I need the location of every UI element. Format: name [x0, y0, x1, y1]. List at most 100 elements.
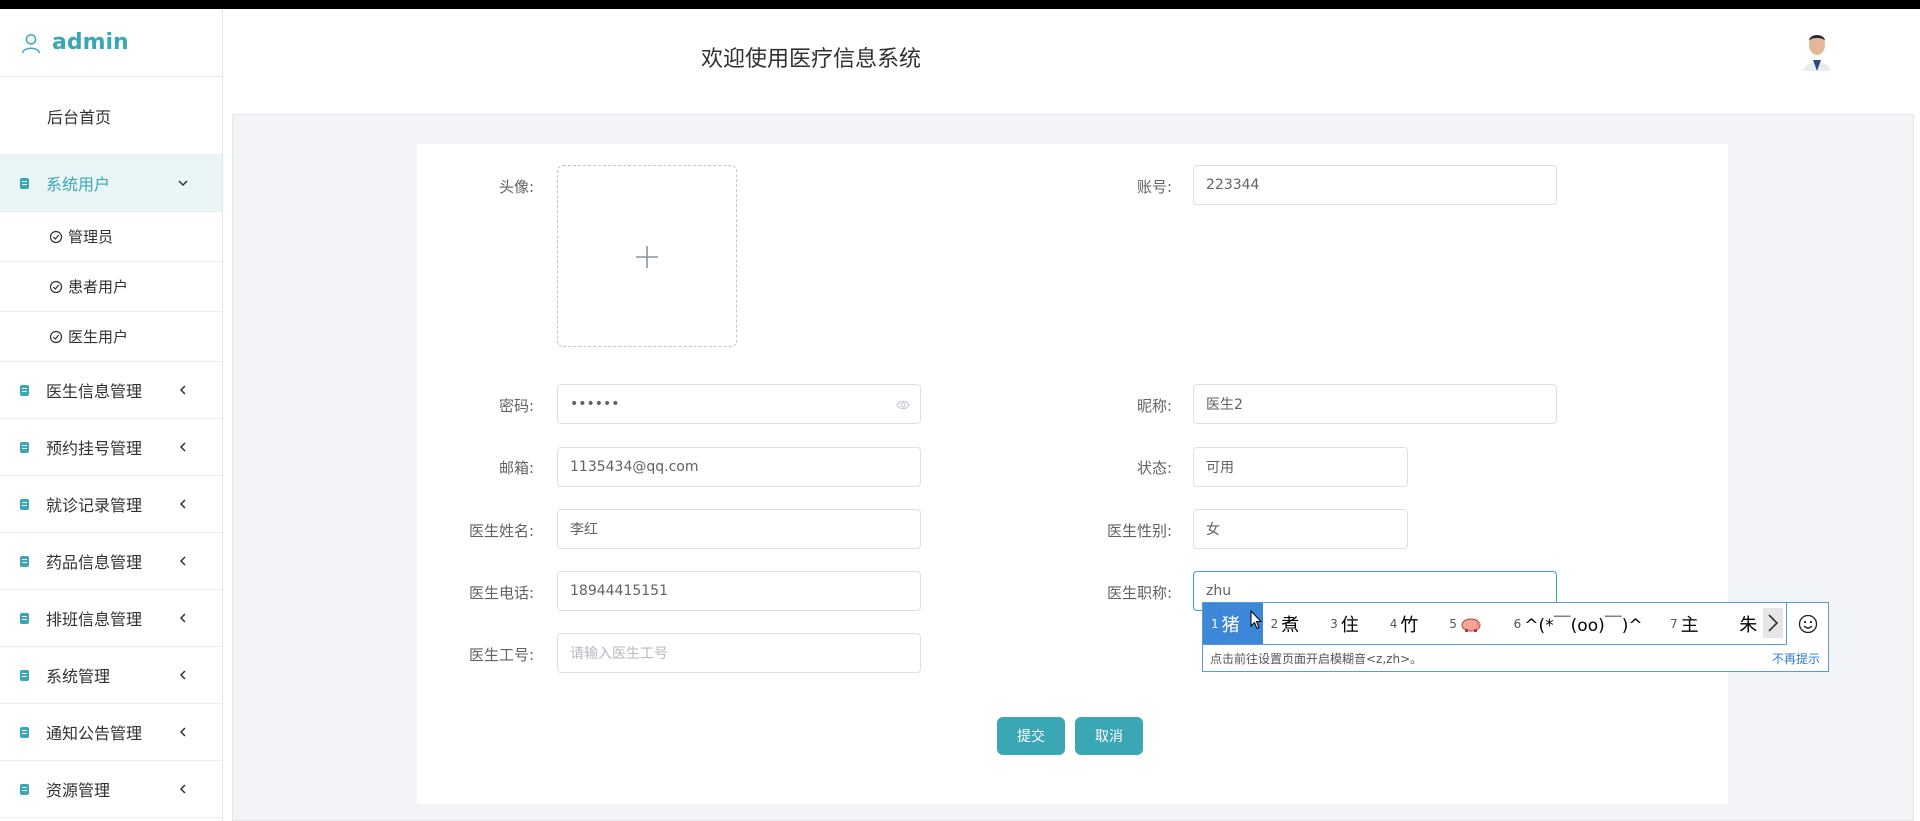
document-icon — [20, 441, 29, 453]
chevron-left-icon — [179, 613, 186, 623]
avatar-uploader[interactable] — [557, 165, 737, 347]
sidebar-subitem-patient-users[interactable]: 患者用户 — [0, 262, 222, 312]
sidebar-brand: admin — [0, 9, 222, 77]
candidate-number: 4 — [1389, 616, 1398, 631]
sidebar-item-home[interactable]: 后台首页 — [0, 77, 222, 155]
document-icon — [20, 783, 29, 795]
password-input[interactable]: •••••• — [557, 384, 921, 424]
document-icon — [20, 384, 29, 396]
ime-candidate-6[interactable]: 6 ^(*￣(oo)￣)^ — [1506, 603, 1662, 644]
doctor-title-value: zhu — [1206, 583, 1232, 599]
sidebar-item-doctor-info[interactable]: 医生信息管理 — [0, 362, 222, 419]
doctor-name-input[interactable]: 李红 — [557, 509, 921, 549]
document-icon — [20, 669, 29, 681]
sidebar-item-visit-records[interactable]: 就诊记录管理 — [0, 476, 222, 533]
sidebar-item-label: 排班信息管理 — [46, 610, 143, 629]
account-label: 账号: — [1136, 178, 1172, 196]
chevron-left-icon — [179, 670, 186, 680]
password-value: •••••• — [570, 396, 620, 412]
sidebar-item-label: 通知公告管理 — [46, 724, 143, 743]
sidebar-item-label: 系统管理 — [46, 667, 111, 686]
sidebar-subitem-admin[interactable]: 管理员 — [0, 212, 222, 262]
candidate-number: 2 — [1270, 616, 1279, 631]
ime-dismiss-link[interactable]: 不再提示 — [1772, 650, 1820, 667]
nickname-input[interactable]: 医生2 — [1193, 384, 1557, 424]
doctor-title-label: 医生职称: — [1106, 584, 1172, 602]
pig-emoji-icon — [1461, 618, 1481, 632]
chevron-left-icon — [179, 442, 186, 452]
page-title: 欢迎使用医疗信息系统 — [701, 47, 922, 72]
candidate-text: 竹 — [1400, 614, 1419, 636]
email-label: 邮箱: — [498, 459, 534, 477]
candidate-number: 1 — [1211, 616, 1219, 631]
sidebar-item-schedule-info[interactable]: 排班信息管理 — [0, 590, 222, 647]
document-icon — [20, 555, 29, 567]
sidebar: admin 后台首页 系统用户 管理员 患者用户 医生用户 医生信息管理 预约挂… — [0, 9, 223, 821]
chevron-right-icon — [1768, 614, 1779, 632]
nickname-label: 昵称: — [1136, 397, 1172, 415]
ime-next-page-button[interactable] — [1763, 608, 1783, 638]
chevron-left-icon — [179, 385, 186, 395]
submit-button[interactable]: 提交 — [997, 717, 1065, 755]
ime-candidate-4[interactable]: 4竹 — [1382, 603, 1442, 644]
ime-candidate-row: 1猪 2煮 3住 4竹 5 6 ^(*￣(oo)￣)^ 7主 朱 — [1203, 603, 1786, 645]
sidebar-item-medicine-info[interactable]: 药品信息管理 — [0, 533, 222, 590]
sidebar-item-system-management[interactable]: 系统管理 — [0, 647, 222, 704]
doctor-gender-select[interactable]: 女 — [1193, 509, 1408, 549]
sidebar-subitem-doctor-users[interactable]: 医生用户 — [0, 312, 222, 362]
top-black-bar — [0, 0, 1920, 9]
sidebar-item-system-users[interactable]: 系统用户 — [0, 155, 222, 212]
candidate-text: 煮 — [1281, 614, 1300, 636]
ime-fuzzy-hint[interactable]: 点击前往设置页面开启模糊音<z,zh>。 — [1210, 650, 1422, 667]
eye-icon[interactable] — [896, 398, 910, 412]
ime-candidate-7[interactable]: 7主 — [1662, 603, 1731, 644]
ime-candidate-popup: 1猪 2煮 3住 4竹 5 6 ^(*￣(oo)￣)^ 7主 朱 点击前往设置页面… — [1202, 602, 1829, 672]
status-value: 可用 — [1206, 460, 1234, 476]
account-input[interactable]: 223344 — [1193, 165, 1557, 205]
check-circle-icon — [49, 330, 63, 343]
check-circle-icon — [49, 230, 63, 243]
smiley-icon — [1798, 614, 1817, 634]
status-select[interactable]: 可用 — [1193, 447, 1408, 487]
sidebar-item-label: 资源管理 — [46, 781, 111, 800]
sidebar-item-label: 医生信息管理 — [46, 382, 143, 401]
chevron-left-icon — [179, 556, 186, 566]
email-input[interactable]: 1135434@qq.com — [557, 447, 921, 487]
sidebar-subitem-label: 管理员 — [68, 228, 114, 246]
sidebar-item-label: 就诊记录管理 — [46, 496, 143, 515]
doctor-id-label: 医生工号: — [468, 646, 534, 664]
sidebar-item-label: 后台首页 — [47, 107, 112, 127]
candidate-text: 主 — [1680, 614, 1699, 636]
avatar[interactable] — [1800, 29, 1834, 71]
doctor-id-input[interactable]: 请输入医生工号 — [557, 633, 921, 673]
candidate-number: 3 — [1330, 616, 1338, 631]
sidebar-item-label: 药品信息管理 — [46, 553, 143, 572]
admin-username: admin — [52, 30, 129, 55]
cancel-button[interactable]: 取消 — [1075, 717, 1143, 755]
doctor-phone-input[interactable]: 18944415151 — [557, 571, 921, 611]
sidebar-subitem-label: 医生用户 — [68, 328, 129, 346]
user-icon — [22, 33, 40, 53]
candidate-text: ^(*￣(oo)￣)^ — [1524, 616, 1643, 636]
doctor-name-label: 医生姓名: — [468, 522, 534, 540]
doctor-gender-value: 女 — [1206, 522, 1220, 538]
sidebar-item-notice-management[interactable]: 通知公告管理 — [0, 704, 222, 761]
ime-candidate-5[interactable]: 5 — [1441, 603, 1505, 644]
sidebar-item-resource-management[interactable]: 资源管理 — [0, 761, 222, 818]
mouse-cursor-icon — [1250, 610, 1262, 630]
status-label: 状态: — [1136, 459, 1172, 477]
ime-candidate-3[interactable]: 3住 — [1322, 603, 1382, 644]
doctor-name-value: 李红 — [570, 522, 598, 538]
doctor-id-placeholder: 请输入医生工号 — [570, 646, 668, 662]
check-circle-icon — [49, 280, 63, 293]
document-icon — [20, 177, 29, 189]
ime-candidate-2[interactable]: 2煮 — [1263, 603, 1323, 644]
chevron-left-icon — [179, 727, 186, 737]
plus-icon — [636, 246, 658, 268]
document-icon — [20, 498, 29, 510]
doctor-gender-label: 医生性别: — [1106, 522, 1172, 540]
document-icon — [20, 612, 29, 624]
ime-emoji-button[interactable] — [1786, 603, 1828, 645]
candidate-number: 6 — [1513, 616, 1522, 631]
sidebar-item-appointment[interactable]: 预约挂号管理 — [0, 419, 222, 476]
